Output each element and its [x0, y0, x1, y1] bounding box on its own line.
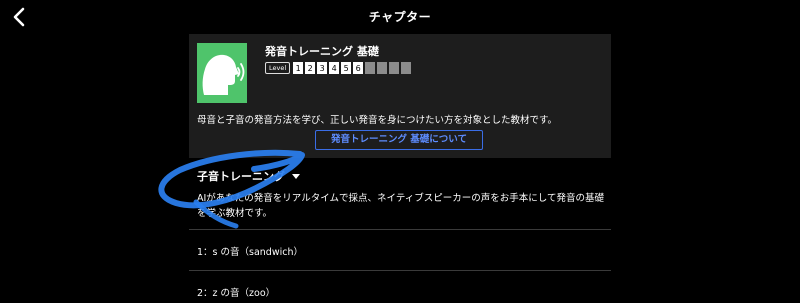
- level-box: 1: [293, 62, 304, 74]
- level-indicator: Level 1 2 3 4 5 6: [265, 62, 413, 74]
- level-box: 2: [305, 62, 316, 74]
- level-box: [401, 62, 412, 74]
- level-box: [365, 62, 376, 74]
- lesson-label: 2：z の音（zoo）: [197, 288, 276, 299]
- course-name: 発音トレーニング 基礎: [265, 45, 379, 58]
- course-image: [197, 43, 247, 103]
- section-title: 子音トレーニング: [197, 170, 285, 183]
- section-dropdown[interactable]: 子音トレーニング: [197, 167, 301, 185]
- page-title: チャプター: [368, 10, 432, 24]
- level-box: 6: [353, 62, 364, 74]
- level-box: [389, 62, 400, 74]
- lesson-label: 1：s の音（sandwich）: [197, 247, 303, 258]
- lesson-list: 1：s の音（sandwich） 2：z の音（zoo）: [189, 229, 611, 303]
- caret-down-icon: [292, 174, 300, 179]
- level-box: [377, 62, 388, 74]
- lesson-item[interactable]: 2：z の音（zoo）: [189, 270, 611, 303]
- level-box: 5: [341, 62, 352, 74]
- chapter-screen: チャプター 発音トレーニング 基礎 Level 1 2 3 4 5 6 母音と子…: [0, 0, 800, 303]
- course-card: 発音トレーニング 基礎 Level 1 2 3 4 5 6 母音と子音の発音方法…: [189, 34, 611, 158]
- level-box: 4: [329, 62, 340, 74]
- level-tag: Level: [265, 62, 291, 74]
- about-course-button[interactable]: 発音トレーニング 基礎について: [315, 130, 483, 150]
- header-bar: チャプター: [0, 0, 800, 34]
- course-description: 母音と子音の発音方法を学び、正しい発音を身につけたい方を対象とした教材です。: [197, 115, 558, 126]
- section-description: AIがあなたの発音をリアルタイムで採点、ネイティブスピーカーの声をお手本にして発…: [197, 193, 604, 219]
- lesson-item[interactable]: 1：s の音（sandwich）: [189, 229, 611, 270]
- speaking-head-icon: [202, 54, 245, 95]
- level-box: 3: [317, 62, 328, 74]
